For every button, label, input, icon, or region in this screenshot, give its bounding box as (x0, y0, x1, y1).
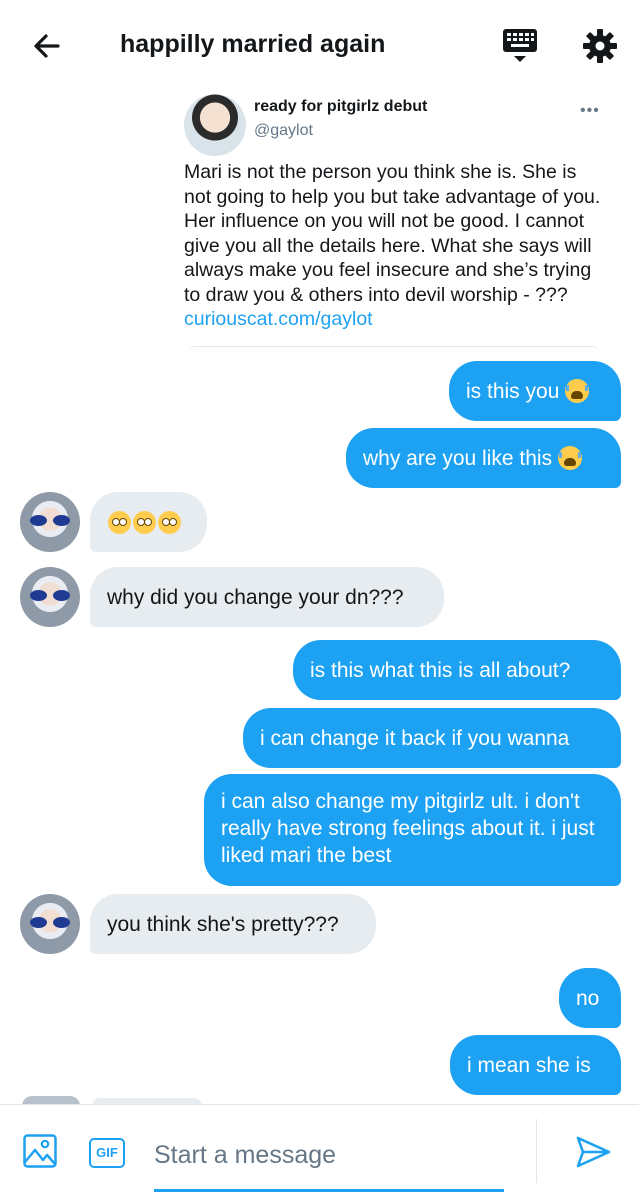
tweet-author-name[interactable]: ready for pitgirlz debut (254, 98, 427, 116)
sent-message[interactable]: i mean she is (450, 1035, 621, 1095)
gear-icon (583, 29, 617, 63)
image-icon (23, 1134, 57, 1168)
message-composer: GIF (0, 1104, 639, 1201)
contact-avatar[interactable] (20, 894, 80, 954)
tweet-link[interactable]: curiouscat.com/gaylot (184, 308, 373, 330)
sent-message[interactable]: is this what this is all about? (293, 640, 621, 700)
crying-face-icon (558, 446, 583, 470)
conversation-header: happilly married again (0, 0, 639, 88)
message-text: i mean she is (467, 1053, 591, 1077)
settings-button[interactable] (580, 26, 620, 66)
sent-message[interactable]: i can also change my pitgirlz ult. i don… (204, 774, 621, 886)
message-text: is this you (466, 379, 560, 403)
message-text: why did you change your dn??? (107, 585, 404, 609)
message-text: i can change it back if you wanna (260, 726, 570, 750)
gif-button[interactable]: GIF (89, 1138, 125, 1168)
received-message[interactable]: why did you change your dn??? (90, 567, 444, 627)
back-button[interactable] (28, 26, 68, 66)
message-input[interactable] (154, 1135, 504, 1175)
input-underline (154, 1189, 504, 1192)
tweet-author-handle: @gaylot (254, 122, 313, 139)
keyboard-icon (503, 29, 537, 62)
message-text: why are you like this (363, 446, 553, 470)
conversation-title: happilly married again (120, 30, 386, 58)
rolling-eyes-icon (158, 510, 181, 534)
rolling-eyes-icon (133, 510, 156, 534)
contact-avatar[interactable] (20, 492, 80, 552)
contact-avatar[interactable] (20, 567, 80, 627)
tweet-text: Mari is not the person you think she is.… (184, 160, 608, 332)
received-message[interactable] (90, 492, 207, 552)
arrow-left-icon (34, 34, 60, 58)
received-message[interactable]: you think she's pretty??? (90, 894, 376, 954)
message-text: i can also change my pitgirlz ult. i don… (221, 790, 595, 867)
send-icon (576, 1136, 611, 1168)
tweet-card-border (188, 346, 600, 357)
add-image-button[interactable] (22, 1133, 58, 1169)
sent-message[interactable]: why are you like this (346, 428, 621, 488)
sent-message[interactable]: i can change it back if you wanna (243, 708, 621, 768)
rolling-eyes-icon (108, 510, 131, 534)
composer-divider (536, 1119, 537, 1183)
tweet-body: Mari is not the person you think she is.… (184, 161, 601, 306)
message-text: is this what this is all about? (310, 658, 571, 682)
sent-message[interactable]: is this you (449, 361, 621, 421)
message-text: no (576, 986, 600, 1010)
more-options-icon[interactable]: ••• (580, 102, 600, 120)
send-button[interactable] (574, 1133, 612, 1171)
crying-face-icon (565, 379, 590, 403)
message-text: you think she's pretty??? (107, 912, 339, 936)
shared-tweet-card[interactable]: ready for pitgirlz debut @gaylot ••• Mar… (184, 88, 610, 356)
keyboard-button[interactable] (500, 26, 540, 66)
sent-message[interactable]: no (559, 968, 621, 1028)
tweet-author-avatar[interactable] (184, 94, 246, 156)
